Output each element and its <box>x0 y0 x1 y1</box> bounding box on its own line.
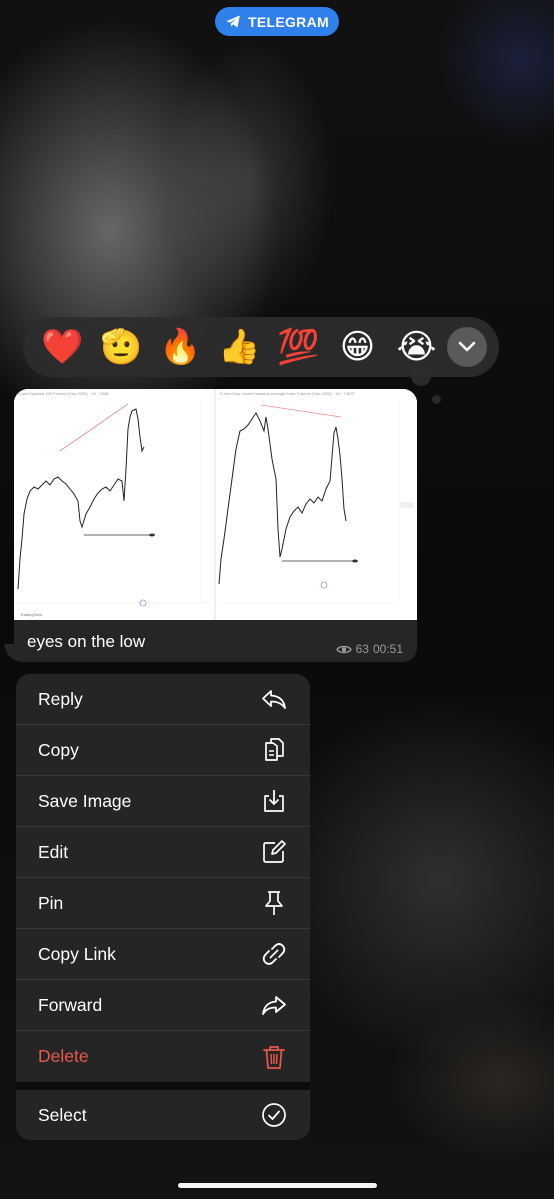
tradingview-brand: TradingView <box>20 612 42 617</box>
menu-item-select[interactable]: Select <box>16 1090 310 1140</box>
menu-label-reply: Reply <box>38 688 83 709</box>
view-count: 63 <box>355 642 369 656</box>
menu-label-pin: Pin <box>38 892 64 913</box>
message-meta: 63 00:51 <box>335 642 403 656</box>
reaction-grinning-face[interactable]: 😁 <box>328 322 387 372</box>
left-chart-title: E-mini Nasdaq 100 Futures (Sep 2025) · 1… <box>18 391 109 396</box>
menu-label-save-image: Save Image <box>38 790 132 811</box>
edit-icon <box>263 840 286 863</box>
forward-icon <box>262 996 286 1015</box>
reaction-bubble-dot <box>411 366 431 386</box>
telegram-app-pill[interactable]: TELEGRAM <box>215 7 339 36</box>
message-bubble[interactable]: E-mini Nasdaq 100 Futures (Sep 2025) · 1… <box>14 389 417 662</box>
home-indicator[interactable] <box>178 1183 377 1188</box>
telegram-plane-icon <box>226 15 240 28</box>
menu-item-pin[interactable]: Pin <box>16 878 310 929</box>
link-icon <box>262 943 286 965</box>
chevron-down-icon <box>458 341 476 352</box>
copy-icon <box>265 738 284 761</box>
menu-item-forward[interactable]: Forward <box>16 980 310 1031</box>
menu-label-copy-link: Copy Link <box>38 943 116 964</box>
menu-item-save-image[interactable]: Save Image <box>16 776 310 827</box>
context-menu: Reply Copy Save Image Edit Pin Copy Link… <box>16 674 310 1140</box>
reply-icon <box>262 690 286 709</box>
menu-label-select: Select <box>38 1104 87 1125</box>
checkmark-circle-icon <box>262 1103 286 1127</box>
message-chart-image[interactable]: E-mini Nasdaq 100 Futures (Sep 2025) · 1… <box>14 389 417 620</box>
menu-label-forward: Forward <box>38 994 103 1015</box>
reaction-thumbs-up[interactable]: 👍 <box>210 322 269 372</box>
menu-label-edit: Edit <box>38 841 69 862</box>
message-caption: eyes on the low <box>27 632 146 651</box>
reaction-red-heart[interactable]: ❤️ <box>33 322 92 372</box>
menu-separator <box>16 1082 310 1090</box>
message-time: 00:51 <box>372 642 403 656</box>
menu-label-copy: Copy <box>38 739 79 760</box>
menu-item-delete[interactable]: Delete <box>16 1031 310 1082</box>
pin-icon <box>265 891 283 915</box>
menu-item-reply[interactable]: Reply <box>16 674 310 725</box>
reaction-saluting-face[interactable]: 🫡 <box>92 322 151 372</box>
reaction-bubble-dot-small <box>432 395 441 404</box>
reaction-hundred-points[interactable]: 💯 <box>269 322 328 372</box>
menu-item-copy[interactable]: Copy <box>16 725 310 776</box>
app-pill-label: TELEGRAM <box>248 13 329 30</box>
menu-label-delete: Delete <box>38 1046 89 1066</box>
reaction-crying-face[interactable]: 😭 <box>387 322 446 372</box>
trash-icon <box>263 1045 285 1069</box>
menu-item-edit[interactable]: Edit <box>16 827 310 878</box>
expand-reactions-button[interactable] <box>447 327 487 367</box>
download-icon <box>264 790 284 812</box>
reaction-fire[interactable]: 🔥 <box>151 322 210 372</box>
menu-item-copy-link[interactable]: Copy Link <box>16 929 310 980</box>
right-chart-title: E-mini Dow Jones Industrial Average Inde… <box>220 391 356 396</box>
eye-icon <box>335 645 352 653</box>
